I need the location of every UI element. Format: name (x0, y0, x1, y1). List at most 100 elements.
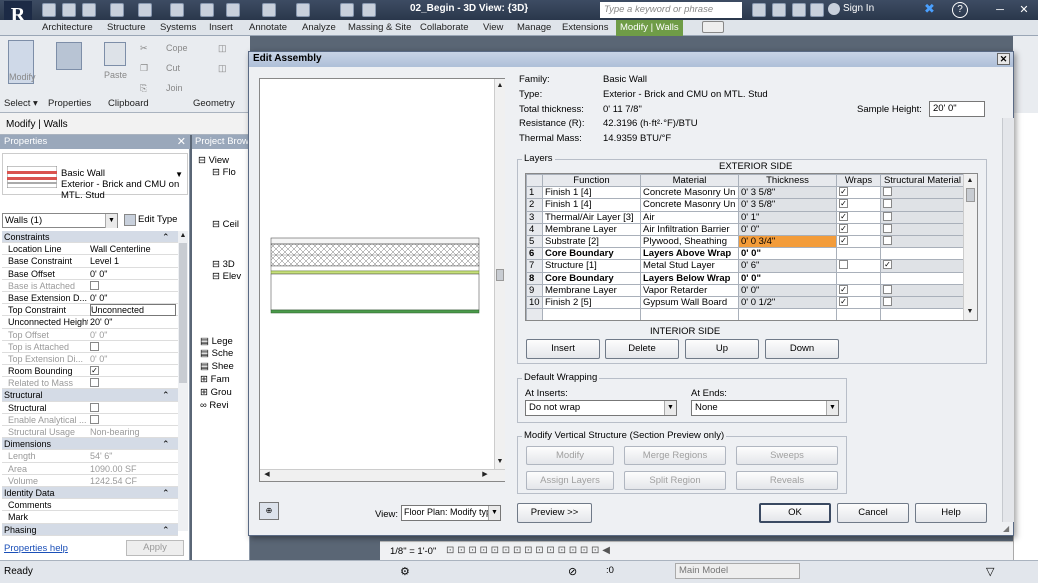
tree-item-elevations[interactable]: ⊟ Elev (212, 271, 241, 282)
scroll-left-icon[interactable]: ◀ (262, 470, 272, 480)
structural-checkbox[interactable] (883, 224, 892, 233)
property-group[interactable]: Constraints ⌃ (2, 231, 178, 244)
preview-vertical-scrollbar[interactable]: ▲ ▼ (494, 79, 505, 469)
property-value[interactable]: Wall Centerline (90, 244, 176, 254)
property-row[interactable]: Top Constraint Unconnected (2, 304, 178, 317)
wraps-checkbox[interactable]: ✓ (839, 187, 848, 197)
property-row[interactable]: Base Extension D... 0' 0" (2, 292, 178, 305)
layer-number[interactable]: 10 (526, 295, 543, 310)
layer-function-cell[interactable]: Structure [1] (542, 259, 641, 273)
favorites-icon[interactable] (810, 3, 824, 17)
group-select[interactable]: Select ▾ (4, 98, 38, 109)
close-icon[interactable]: ✕ (997, 53, 1010, 65)
property-value[interactable]: Non-bearing (90, 427, 176, 437)
tree-item-floor-plans[interactable]: ⊟ Flo (212, 167, 236, 178)
main-model-selector[interactable]: Main Model (675, 563, 800, 579)
property-group[interactable]: Structural ⌃ (2, 389, 178, 402)
layer-wraps-cell[interactable] (836, 247, 881, 261)
minimize-icon[interactable]: ─ (988, 2, 1012, 18)
property-value[interactable]: 0' 0" (90, 269, 176, 279)
property-value[interactable]: 0' 0" (90, 293, 176, 303)
insert-button[interactable]: Insert (526, 339, 600, 359)
property-value[interactable]: 0' 0" (90, 330, 176, 340)
tree-item-legends[interactable]: ▤ Lege (200, 336, 233, 347)
property-row[interactable]: Enable Analytical ... (2, 414, 178, 426)
type-selector[interactable]: Basic Wall Exterior - Brick and CMU on M… (2, 153, 188, 201)
wraps-checkbox[interactable]: ✓ (839, 236, 848, 246)
property-row[interactable]: Top Offset 0' 0" (2, 329, 178, 341)
tab-systems[interactable]: Systems (160, 22, 196, 33)
layer-thickness-cell[interactable]: 0' 0 3/4" (738, 234, 837, 249)
preview-toggle-button[interactable]: Preview >> (517, 503, 592, 523)
layer-thickness-cell[interactable]: 0' 0" (738, 222, 837, 236)
apply-button[interactable]: Apply (126, 540, 184, 556)
tree-item-schedules[interactable]: ▤ Sche (200, 348, 233, 359)
layer-function-cell[interactable]: Core Boundary (542, 271, 641, 285)
tree-item-revit-links[interactable]: ∞ Revi (200, 400, 228, 411)
property-value[interactable]: 20' 0" (90, 317, 176, 327)
layer-thickness-cell[interactable]: 0' 0 1/2" (738, 295, 837, 310)
layer-row[interactable]: 9 Membrane Layer Vapor Retarder 0' 0" ✓ (526, 283, 965, 297)
layer-thickness-cell[interactable]: 0' 0" (738, 283, 837, 297)
layer-number[interactable]: 8 (526, 271, 543, 285)
tab-view[interactable]: View (483, 22, 503, 33)
split-face-icon[interactable]: ◫ (218, 63, 227, 74)
sample-height-input[interactable]: 20' 0" (929, 101, 985, 117)
property-row[interactable]: Base is Attached (2, 280, 178, 292)
search-input[interactable]: Type a keyword or phrase (600, 2, 742, 18)
structural-checkbox[interactable] (883, 199, 892, 209)
ok-button[interactable]: OK (759, 503, 831, 523)
layer-number[interactable]: 5 (526, 234, 543, 249)
scroll-thumb[interactable] (496, 269, 504, 281)
close-hidden-icon[interactable] (340, 3, 354, 17)
open-icon[interactable] (42, 3, 56, 17)
layer-number[interactable]: 2 (526, 198, 543, 212)
layer-thickness-cell[interactable]: 0' 1" (738, 210, 837, 224)
layer-number[interactable]: 9 (526, 283, 543, 297)
preview-horizontal-scrollbar[interactable]: ◀ ▶ (260, 469, 505, 481)
property-checkbox[interactable] (90, 378, 176, 388)
tree-item-views[interactable]: ⊟ View (198, 155, 229, 166)
scroll-thumb[interactable] (179, 243, 187, 383)
section-icon[interactable] (296, 3, 310, 17)
layer-function-cell[interactable]: Membrane Layer (542, 222, 641, 236)
tree-item-3d-views[interactable]: ⊟ 3D (212, 259, 235, 270)
view-selector[interactable]: Floor Plan: Modify typ ▼ (401, 505, 501, 521)
property-checkbox[interactable] (90, 341, 176, 352)
structural-checkbox[interactable]: ✓ (883, 260, 892, 270)
layer-structural-cell[interactable] (880, 222, 965, 236)
property-row[interactable]: Volume 1242.54 CF (2, 475, 178, 487)
tree-item-families[interactable]: ⊞ Fam (200, 374, 230, 385)
structural-checkbox[interactable] (883, 187, 892, 197)
layer-wraps-cell[interactable]: ✓ (836, 198, 881, 212)
tab-analyze[interactable]: Analyze (302, 22, 336, 33)
delete-button[interactable]: Delete (605, 339, 679, 359)
wraps-checkbox[interactable]: ✓ (839, 199, 848, 209)
layer-row[interactable]: 7 Structure [1] Metal Stud Layer 0' 6" ✓ (526, 259, 965, 273)
3d-view-icon[interactable] (262, 3, 276, 17)
tab-extensions[interactable]: Extensions (562, 22, 608, 33)
instance-selector[interactable]: Walls (1) ▼ (2, 213, 118, 228)
tab-structure[interactable]: Structure (107, 22, 146, 33)
type-properties-icon[interactable] (56, 42, 82, 70)
layer-number[interactable]: 1 (526, 186, 543, 200)
tab-insert[interactable]: Insert (209, 22, 233, 33)
cut-button[interactable]: Cut (166, 63, 180, 73)
layer-wraps-cell[interactable]: ✓ (836, 234, 881, 249)
scroll-thumb[interactable] (966, 188, 975, 202)
properties-help-link[interactable]: Properties help (4, 543, 68, 554)
property-value[interactable]: 0' 0" (90, 354, 176, 364)
layer-structural-cell[interactable] (880, 210, 965, 224)
switch-windows-icon[interactable] (362, 3, 376, 17)
property-row[interactable]: Location Line Wall Centerline (2, 243, 178, 256)
layer-row[interactable]: 8 Core Boundary Layers Below Wrap 0' 0" (526, 271, 965, 285)
cope-button[interactable]: Cope (166, 43, 188, 53)
layers-scrollbar[interactable]: ▲ ▼ (963, 174, 977, 320)
resize-grip-icon[interactable]: ◢ (1003, 524, 1013, 534)
property-row[interactable]: Top Extension Di... 0' 0" (2, 353, 178, 366)
property-row[interactable]: Length 54' 6" (2, 450, 178, 463)
binoculars-icon[interactable] (752, 3, 766, 17)
property-group[interactable]: Phasing ⌃ (2, 523, 178, 536)
edit-type-button[interactable]: Edit Type (124, 213, 188, 228)
at-inserts-select[interactable]: Do not wrap ▼ (525, 400, 677, 416)
